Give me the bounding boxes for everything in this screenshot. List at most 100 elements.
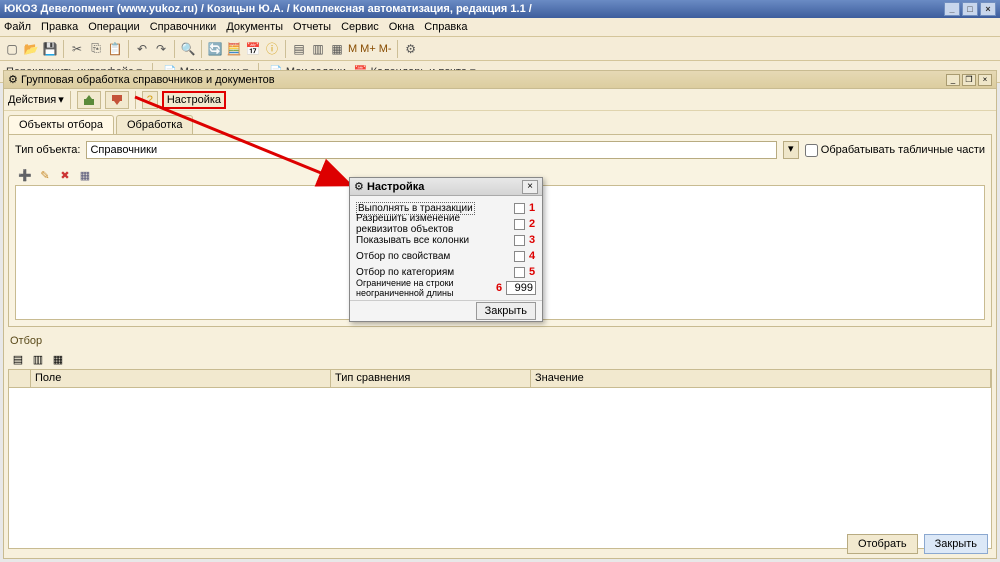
app-title: ЮКОЗ Девелопмент (www.yukoz.ru) / Козицы…: [4, 0, 532, 18]
m-label: M: [348, 43, 357, 55]
filter-col-value[interactable]: Значение: [531, 370, 991, 387]
doc2-icon[interactable]: ▥: [310, 41, 326, 57]
checkbox[interactable]: [514, 235, 525, 246]
settings-dialog: ⚙ Настройка × Выполнять в транзакции 1 Р…: [349, 177, 543, 322]
child-close-button[interactable]: ×: [978, 74, 992, 86]
main-toolbar: ▢ 📂 💾 ✂ ⎘ 📋 ↶ ↷ 🔍 🔄 🧮 📅 ⓘ ▤ ▥ ▦ M M+ M- …: [0, 37, 1000, 61]
dialog-close-button[interactable]: ×: [522, 180, 538, 194]
cut-icon[interactable]: ✂: [69, 41, 85, 57]
load-settings-button[interactable]: [77, 91, 101, 109]
separator: [70, 91, 71, 109]
menu-windows[interactable]: Окна: [389, 21, 415, 33]
dialog-titlebar[interactable]: ⚙ Настройка ×: [350, 178, 542, 196]
dialog-body: Выполнять в транзакции 1 Разрешить измен…: [350, 196, 542, 300]
type-dropdown-button[interactable]: ▾: [783, 141, 799, 159]
menu-reports[interactable]: Отчеты: [293, 21, 331, 33]
child-restore-button[interactable]: ❐: [962, 74, 976, 86]
redo-icon[interactable]: ↷: [153, 41, 169, 57]
separator: [285, 40, 286, 58]
child-window-icon: ⚙: [8, 74, 18, 86]
separator: [174, 40, 175, 58]
tabs: Объекты отбора Обработка: [4, 111, 996, 134]
delete-icon[interactable]: ✖: [57, 167, 73, 183]
filter-col-compare[interactable]: Тип сравнения: [331, 370, 531, 387]
filter-section-label: Отбор: [4, 331, 996, 349]
actions-bar: Действия ▾ ? Настройка: [4, 89, 996, 111]
child-window-header: ⚙ Групповая обработка справочников и док…: [4, 71, 996, 89]
help-button[interactable]: ?: [142, 91, 158, 109]
filter-col-check[interactable]: [9, 370, 31, 387]
settings-button[interactable]: Настройка: [162, 91, 226, 109]
doc1-icon[interactable]: ▤: [291, 41, 307, 57]
calc-icon[interactable]: 🧮: [226, 41, 242, 57]
process-tabparts-check[interactable]: Обрабатывать табличные части: [805, 144, 985, 157]
menubar: Файл Правка Операции Справочники Докумен…: [0, 18, 1000, 37]
type-input[interactable]: [86, 141, 776, 159]
checkbox[interactable]: [514, 203, 525, 214]
child-minimize-button[interactable]: _: [946, 74, 960, 86]
save-icon[interactable]: 💾: [42, 41, 58, 57]
mminus-label: M-: [379, 43, 392, 55]
new-icon[interactable]: ▢: [4, 41, 20, 57]
window-titlebar: ЮКОЗ Девелопмент (www.yukoz.ru) / Козицы…: [0, 0, 1000, 18]
tool-icon[interactable]: ⚙: [403, 41, 419, 57]
dialog-row-by-props: Отбор по свойствам 4: [356, 248, 536, 264]
close-form-button[interactable]: Закрыть: [924, 534, 988, 554]
separator: [135, 91, 136, 109]
menu-file[interactable]: Файл: [4, 21, 31, 33]
filter-clear-icon[interactable]: ▦: [50, 351, 66, 367]
copy-icon[interactable]: ⎘: [88, 41, 104, 57]
calendar-icon[interactable]: 📅: [245, 41, 261, 57]
open-icon[interactable]: 📂: [23, 41, 39, 57]
save-settings-button[interactable]: [105, 91, 129, 109]
type-label: Тип объекта:: [15, 144, 80, 156]
checkbox[interactable]: [514, 267, 525, 278]
dialog-title: Настройка: [367, 181, 424, 193]
find-icon[interactable]: 🔍: [180, 41, 196, 57]
tab-processing[interactable]: Обработка: [116, 115, 193, 134]
help-icon[interactable]: ⓘ: [264, 41, 280, 57]
filter-grid: Поле Тип сравнения Значение: [8, 369, 992, 549]
paste-icon[interactable]: 📋: [107, 41, 123, 57]
menu-documents[interactable]: Документы: [226, 21, 283, 33]
undo-icon[interactable]: ↶: [134, 41, 150, 57]
menu-catalogs[interactable]: Справочники: [150, 21, 217, 33]
edit-icon[interactable]: ✎: [37, 167, 53, 183]
footer-buttons: Отобрать Закрыть: [847, 534, 988, 554]
save-icon: [110, 93, 124, 107]
minimize-button[interactable]: _: [944, 2, 960, 16]
menu-help[interactable]: Справка: [424, 21, 467, 33]
add-icon[interactable]: ➕: [17, 167, 33, 183]
filter-add-icon[interactable]: ▤: [10, 351, 26, 367]
limit-input[interactable]: [506, 281, 536, 295]
refresh-icon[interactable]: 🔄: [207, 41, 223, 57]
checkbox[interactable]: [514, 251, 525, 262]
checkbox[interactable]: [514, 219, 525, 230]
dialog-close-btn[interactable]: Закрыть: [476, 302, 536, 320]
menu-edit[interactable]: Правка: [41, 21, 78, 33]
menu-service[interactable]: Сервис: [341, 21, 379, 33]
dialog-icon: ⚙: [354, 181, 364, 193]
load-icon: [82, 93, 96, 107]
filter-toolbar: ▤ ▥ ▦: [4, 349, 996, 369]
separator: [63, 40, 64, 58]
filter-body[interactable]: [9, 388, 991, 548]
filter-col-field[interactable]: Поле: [31, 370, 331, 387]
separator: [201, 40, 202, 58]
dialog-row-allow-edit: Разрешить изменение реквизитов объектов …: [356, 216, 536, 232]
separator: [128, 40, 129, 58]
select-icon[interactable]: ▦: [77, 167, 93, 183]
window-buttons: _ □ ×: [944, 2, 996, 16]
close-button[interactable]: ×: [980, 2, 996, 16]
select-button[interactable]: Отобрать: [847, 534, 918, 554]
actions-dropdown[interactable]: Действия ▾: [8, 93, 64, 106]
filter-del-icon[interactable]: ▥: [30, 351, 46, 367]
tab-objects[interactable]: Объекты отбора: [8, 115, 114, 134]
dialog-row-limit: Ограничение на строки неограниченной дли…: [356, 280, 536, 296]
doc3-icon[interactable]: ▦: [329, 41, 345, 57]
menu-operations[interactable]: Операции: [88, 21, 139, 33]
filter-header: Поле Тип сравнения Значение: [9, 370, 991, 388]
mplus-label: M+: [360, 43, 376, 55]
maximize-button[interactable]: □: [962, 2, 978, 16]
separator: [397, 40, 398, 58]
